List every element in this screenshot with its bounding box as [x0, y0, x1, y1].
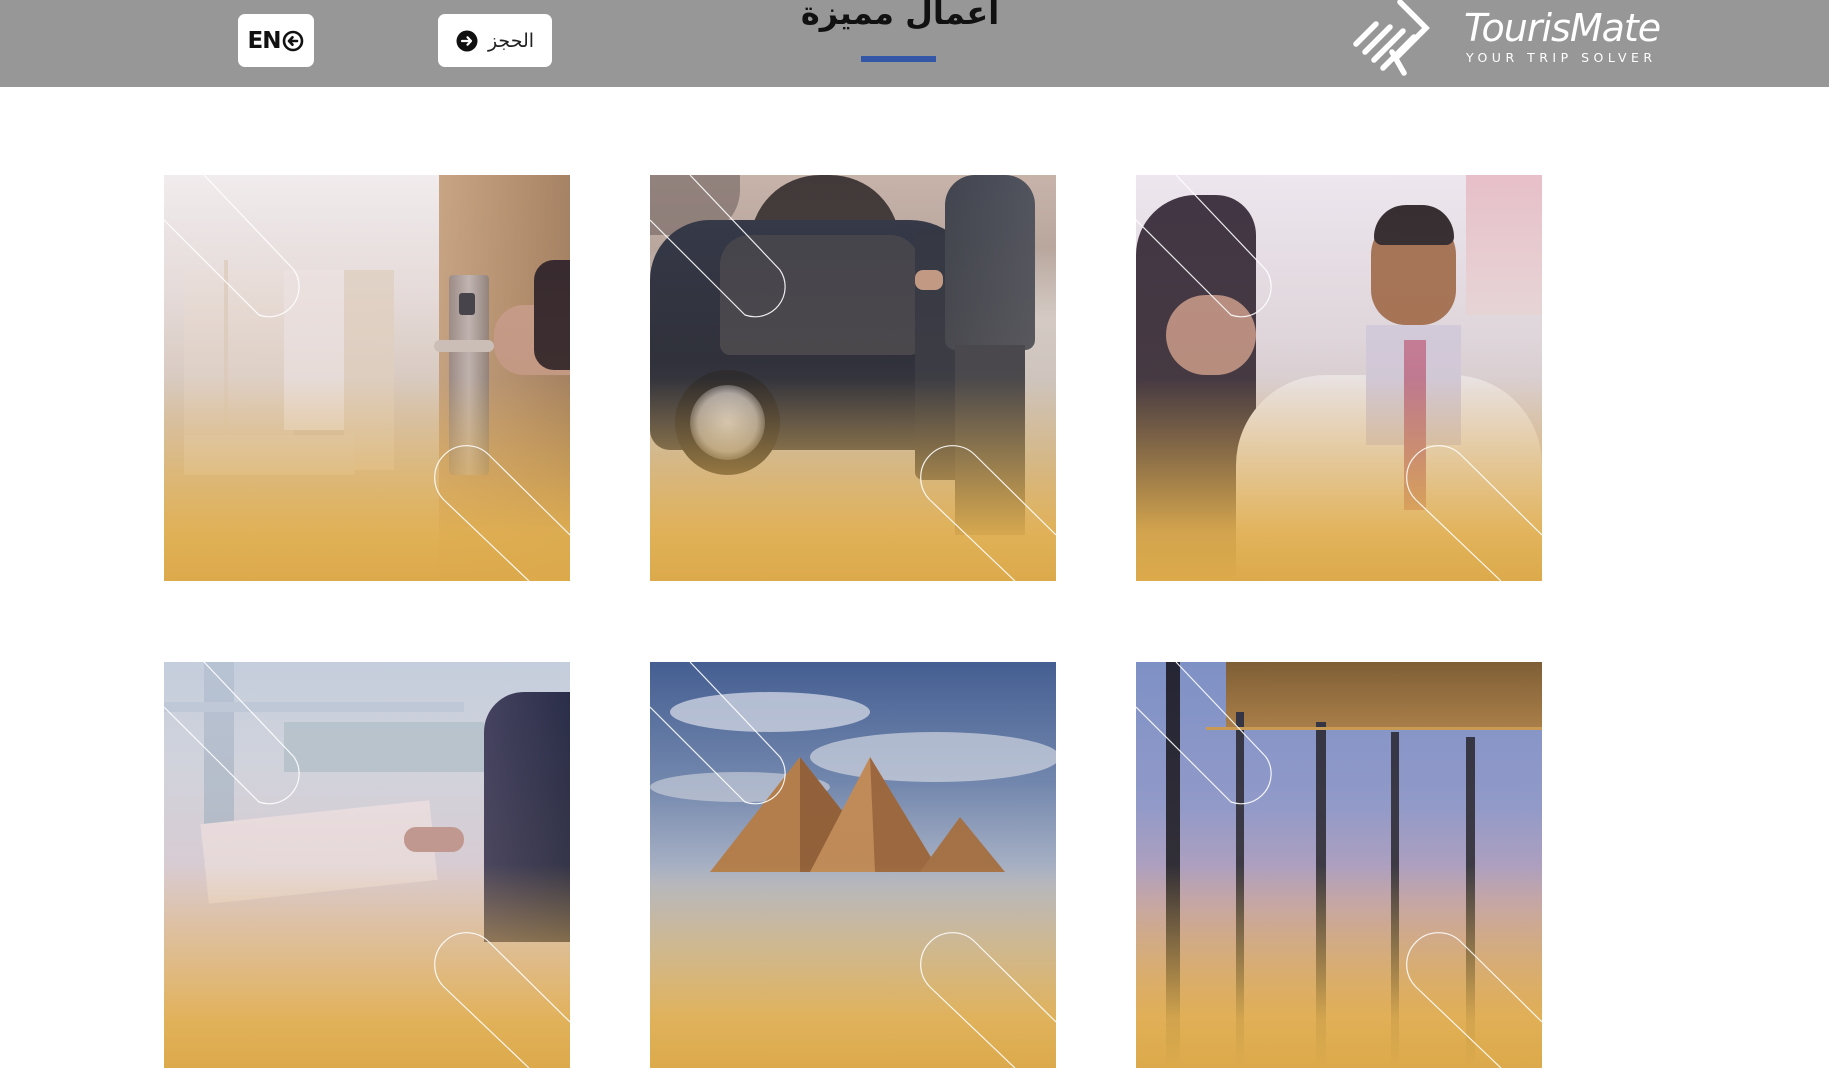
featured-card-resort[interactable] [1136, 662, 1542, 1068]
language-label: EN [247, 27, 282, 54]
arrow-circle-left-icon [283, 30, 304, 51]
decorative-diagonal-lines [164, 175, 570, 581]
decorative-diagonal-lines [164, 662, 570, 1068]
title-underline [861, 56, 936, 62]
featured-card-hotel[interactable] [164, 175, 570, 581]
logo-stripes-icon [1353, 0, 1430, 76]
decorative-diagonal-lines [1136, 175, 1542, 581]
logo-tagline: YOUR TRIP SOLVER [1466, 50, 1657, 65]
decorative-diagonal-lines [650, 662, 1056, 1068]
decorative-diagonal-lines [650, 175, 1056, 581]
featured-card-transport[interactable] [650, 175, 1056, 581]
tourismate-logo[interactable]: TourisMate YOUR TRIP SOLVER [1348, 0, 1661, 80]
decorative-diagonal-lines [1136, 662, 1542, 1068]
featured-card-business[interactable] [164, 662, 570, 1068]
featured-card-medical[interactable] [1136, 175, 1542, 581]
arrow-circle-right-icon [456, 30, 478, 51]
featured-card-tourism[interactable] [650, 662, 1056, 1068]
logo-brand-name: TourisMate [1464, 6, 1661, 50]
top-bar: EN الحجز أعمال مميزة TourisMate YOUR TRI… [0, 0, 1829, 87]
booking-label: الحجز [487, 29, 535, 52]
page-title: أعمال مميزة [800, 0, 1000, 32]
booking-button[interactable]: الحجز [438, 14, 552, 67]
language-switch-button[interactable]: EN [238, 14, 314, 67]
